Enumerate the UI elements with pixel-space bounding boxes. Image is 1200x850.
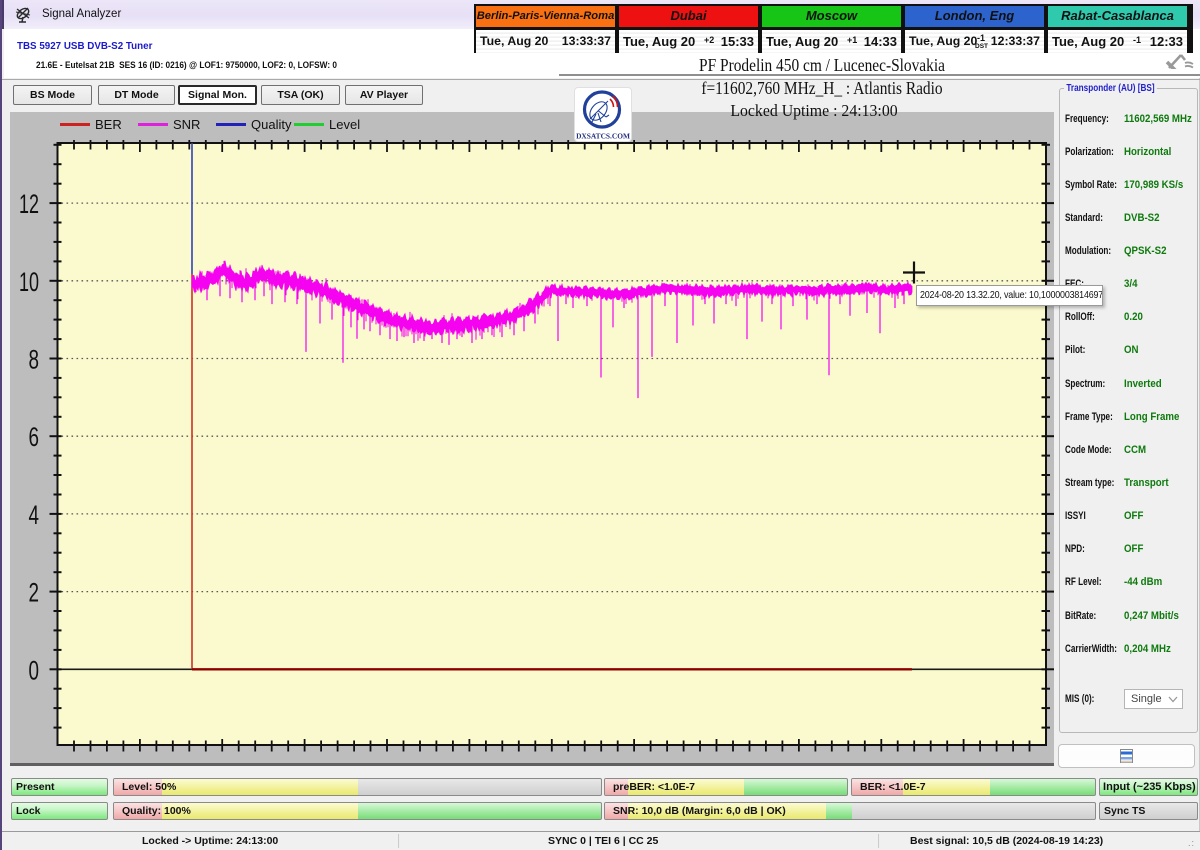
svg-text:8: 8 bbox=[29, 345, 40, 375]
svg-text:0: 0 bbox=[29, 655, 40, 685]
svg-text:12: 12 bbox=[19, 189, 39, 219]
svg-text:2: 2 bbox=[29, 578, 40, 608]
svg-text:DXSATCS.COM: DXSATCS.COM bbox=[576, 132, 630, 141]
svg-text:6: 6 bbox=[29, 422, 40, 452]
svg-text:4: 4 bbox=[29, 500, 40, 530]
svg-text:10: 10 bbox=[19, 267, 39, 297]
